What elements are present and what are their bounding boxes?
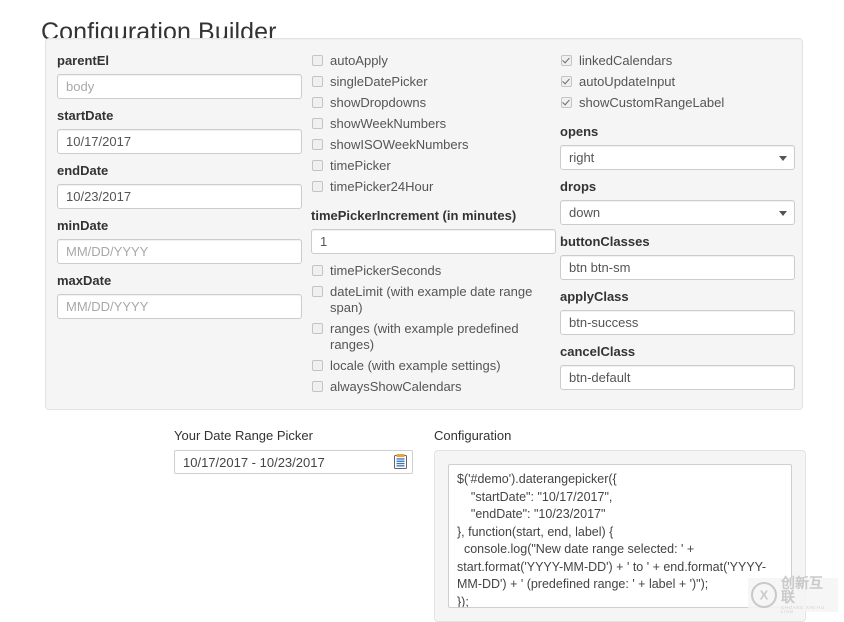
checkbox-autoapply[interactable]: autoApply	[311, 53, 556, 69]
configuration-builder-panel: parentEl startDate endDate minDate maxDa…	[45, 38, 803, 410]
label-parentel: parentEl	[57, 53, 302, 69]
label-drops: drops	[560, 179, 795, 195]
checkbox-showisoweeknumbers[interactable]: showISOWeekNumbers	[311, 137, 556, 153]
field-group-applyclass: applyClass	[560, 289, 795, 335]
watermark-logo-icon	[751, 582, 777, 608]
checkbox-box-icon[interactable]	[312, 118, 323, 129]
checkbox-box-icon[interactable]	[312, 97, 323, 108]
label-mindate: minDate	[57, 218, 302, 234]
label-maxdate: maxDate	[57, 273, 302, 289]
date-range-input[interactable]	[174, 450, 413, 474]
calendar-icon[interactable]	[394, 454, 407, 469]
watermark-cn: 创新互联	[781, 576, 835, 604]
watermark-pinyin: CHUANG XIN HU LIAN	[781, 606, 835, 615]
field-group-buttonclasses: buttonClasses	[560, 234, 795, 280]
checkbox-label: showWeekNumbers	[330, 116, 446, 132]
checkbox-timepicker[interactable]: timePicker	[311, 158, 556, 174]
configuration-code[interactable]: $('#demo').daterangepicker({ "startDate"…	[448, 464, 792, 608]
checkbox-locale[interactable]: locale (with example settings)	[311, 358, 556, 374]
builder-middle-column: autoApply singleDatePicker showDropdowns…	[311, 53, 556, 400]
checkbox-label: singleDatePicker	[330, 74, 428, 90]
checkbox-box-icon[interactable]	[312, 160, 323, 171]
checkbox-box-icon[interactable]	[312, 139, 323, 150]
label-enddate: endDate	[57, 163, 302, 179]
builder-right-column: linkedCalendars autoUpdateInput showCust…	[560, 53, 795, 399]
checkbox-label: autoUpdateInput	[579, 74, 675, 90]
label-applyclass: applyClass	[560, 289, 795, 305]
checkbox-box-icon[interactable]	[312, 286, 323, 297]
checkbox-checked-icon[interactable]	[561, 76, 572, 87]
checkbox-singledatepicker[interactable]: singleDatePicker	[311, 74, 556, 90]
watermark: 创新互联 CHUANG XIN HU LIAN	[748, 578, 838, 612]
input-parentel[interactable]	[57, 74, 302, 99]
label-buttonclasses: buttonClasses	[560, 234, 795, 250]
input-timepickerincrement[interactable]	[311, 229, 556, 254]
input-startdate[interactable]	[57, 129, 302, 154]
input-applyclass[interactable]	[560, 310, 795, 335]
field-group-maxdate: maxDate	[57, 273, 302, 319]
checkbox-timepicker24hour[interactable]: timePicker24Hour	[311, 179, 556, 195]
checkbox-box-icon[interactable]	[312, 323, 323, 334]
select-wrap-opens[interactable]	[560, 145, 795, 170]
checkbox-box-icon[interactable]	[312, 76, 323, 87]
date-range-preview: Your Date Range Picker	[174, 427, 414, 474]
checkbox-label: timePicker24Hour	[330, 179, 433, 195]
checkbox-box-icon[interactable]	[312, 55, 323, 66]
checkbox-ranges[interactable]: ranges (with example predefined ranges)	[311, 321, 556, 353]
checkbox-showcustomrangelabel[interactable]: showCustomRangeLabel	[560, 95, 795, 111]
field-group-enddate: endDate	[57, 163, 302, 209]
field-group-cancelclass: cancelClass	[560, 344, 795, 390]
field-group-parentel: parentEl	[57, 53, 302, 99]
label-opens: opens	[560, 124, 795, 140]
checkbox-alwaysshowcalendars[interactable]: alwaysShowCalendars	[311, 379, 556, 395]
checkbox-label: showDropdowns	[330, 95, 426, 111]
checkbox-label: timePickerSeconds	[330, 263, 441, 279]
select-wrap-drops[interactable]	[560, 200, 795, 225]
checkbox-checked-icon[interactable]	[561, 97, 572, 108]
watermark-text: 创新互联 CHUANG XIN HU LIAN	[781, 576, 835, 615]
checkbox-label: linkedCalendars	[579, 53, 672, 69]
checkbox-label: autoApply	[330, 53, 388, 69]
checkbox-checked-icon[interactable]	[561, 55, 572, 66]
select-drops[interactable]	[560, 200, 795, 225]
checkbox-linkedcalendars[interactable]: linkedCalendars	[560, 53, 795, 69]
field-group-drops: drops	[560, 179, 795, 225]
checkbox-box-icon[interactable]	[312, 381, 323, 392]
checkbox-label: ranges (with example predefined ranges)	[330, 321, 556, 353]
input-cancelclass[interactable]	[560, 365, 795, 390]
checkbox-autoupdateinput[interactable]: autoUpdateInput	[560, 74, 795, 90]
checkbox-label: locale (with example settings)	[330, 358, 501, 374]
label-cancelclass: cancelClass	[560, 344, 795, 360]
select-opens[interactable]	[560, 145, 795, 170]
input-mindate[interactable]	[57, 239, 302, 264]
label-timepickerincrement: timePickerIncrement (in minutes)	[311, 208, 556, 224]
configuration-caption: Configuration	[434, 427, 806, 444]
label-startdate: startDate	[57, 108, 302, 124]
checkbox-showweeknumbers[interactable]: showWeekNumbers	[311, 116, 556, 132]
input-maxdate[interactable]	[57, 294, 302, 319]
checkbox-timepickerseconds[interactable]: timePickerSeconds	[311, 263, 556, 279]
checkbox-showdropdowns[interactable]: showDropdowns	[311, 95, 556, 111]
checkbox-box-icon[interactable]	[312, 360, 323, 371]
checkbox-label: timePicker	[330, 158, 391, 174]
checkbox-box-icon[interactable]	[312, 181, 323, 192]
field-group-timepickerincrement: timePickerIncrement (in minutes)	[311, 208, 556, 254]
field-group-opens: opens	[560, 124, 795, 170]
checkbox-label: showCustomRangeLabel	[579, 95, 724, 111]
preview-caption: Your Date Range Picker	[174, 427, 414, 444]
field-group-startdate: startDate	[57, 108, 302, 154]
field-group-mindate: minDate	[57, 218, 302, 264]
checkbox-label: showISOWeekNumbers	[330, 137, 468, 153]
checkbox-datelimit[interactable]: dateLimit (with example date range span)	[311, 284, 556, 316]
checkbox-label: dateLimit (with example date range span)	[330, 284, 556, 316]
date-range-input-wrap[interactable]	[174, 450, 413, 474]
checkbox-box-icon[interactable]	[312, 265, 323, 276]
checkbox-label: alwaysShowCalendars	[330, 379, 462, 395]
input-enddate[interactable]	[57, 184, 302, 209]
builder-left-column: parentEl startDate endDate minDate maxDa…	[57, 53, 302, 328]
input-buttonclasses[interactable]	[560, 255, 795, 280]
